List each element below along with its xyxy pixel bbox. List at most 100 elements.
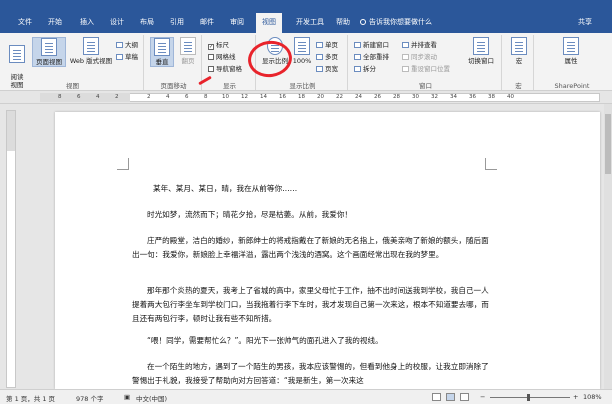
arrange-all-button[interactable]: 全部重排 bbox=[354, 51, 389, 61]
document-paragraph: 某年、某月、某日，晴，我在从前等你…… bbox=[153, 184, 298, 193]
share-button[interactable]: 共享 bbox=[578, 17, 592, 27]
page-movement-group: 垂直 翻页 页面移动 bbox=[146, 35, 202, 90]
vertical-ruler-top-margin bbox=[7, 111, 15, 151]
ruler-number: 8 bbox=[204, 94, 208, 100]
multi-page-button[interactable]: 多页 bbox=[316, 51, 338, 61]
ruler-number: 6 bbox=[185, 94, 189, 100]
page-width-label: 页宽 bbox=[325, 65, 338, 73]
zoom-level[interactable]: 108% bbox=[583, 393, 602, 401]
status-bar: 第 1 页，共 1 页 978 个字 ▣ 中文(中国) − + 108% bbox=[0, 389, 612, 404]
tab-insert[interactable]: 插入 bbox=[80, 17, 94, 27]
web-layout-label: Web 版式视图 bbox=[69, 57, 113, 65]
document-paragraph: 在一个陌生的地方，遇到了一个陌生的男孩，我本应该警惕的，但看到他身上的校服，让我… bbox=[132, 362, 489, 385]
ruler-label: 标尺 bbox=[216, 41, 229, 49]
ribbon: 阅读 视图 页面视图 Web 版式视图 大纲 草稿 视图 垂直 翻页 页面移动 … bbox=[0, 33, 612, 91]
zoom-in-button[interactable]: + bbox=[573, 393, 578, 401]
outline-icon bbox=[116, 42, 123, 48]
one-page-button[interactable]: 单页 bbox=[316, 39, 338, 49]
sharepoint-group: 属性 SharePoint bbox=[536, 35, 608, 90]
ruler-number: 26 bbox=[374, 94, 381, 100]
scrollbar-thumb[interactable] bbox=[605, 114, 611, 174]
one-page-label: 单页 bbox=[325, 41, 338, 49]
tab-design[interactable]: 设计 bbox=[110, 17, 124, 27]
sync-scroll-button[interactable]: 同步滚动 bbox=[402, 51, 437, 61]
window-group: 新建窗口 全部重排 拆分 并排查看 同步滚动 重设窗口位置 切换窗口 窗口 bbox=[350, 35, 502, 90]
tab-references[interactable]: 引用 bbox=[170, 17, 184, 27]
page-movement-label: 页面移动 bbox=[160, 82, 187, 90]
tab-view[interactable]: 视图 bbox=[256, 13, 282, 33]
document-page[interactable]: 某年、某月、某日，晴，我在从前等你…… 时光如梦，流然而下；晴花夕拾，尽是枯萎。… bbox=[55, 112, 600, 389]
print-layout-icon bbox=[41, 38, 57, 56]
ruler-number: 22 bbox=[336, 94, 343, 100]
zoom-group-label: 显示比例 bbox=[289, 82, 316, 90]
tab-review[interactable]: 审阅 bbox=[230, 17, 244, 27]
page-count[interactable]: 第 1 页，共 1 页 bbox=[6, 393, 55, 403]
tab-help[interactable]: 帮助 bbox=[336, 17, 350, 27]
web-layout-button[interactable]: Web 版式视图 bbox=[68, 37, 114, 65]
margin-corner-top-left bbox=[117, 158, 129, 170]
split-button[interactable]: 拆分 bbox=[354, 63, 376, 73]
side-by-side-button[interactable]: 并排查看 bbox=[402, 39, 437, 49]
vertical-scrollbar[interactable] bbox=[604, 104, 612, 389]
language[interactable]: 中文(中国) bbox=[136, 393, 167, 403]
split-label: 拆分 bbox=[363, 65, 376, 73]
draft-button[interactable]: 草稿 bbox=[116, 51, 138, 61]
ruler-number: 36 bbox=[469, 94, 476, 100]
tab-file[interactable]: 文件 bbox=[18, 17, 32, 27]
ruler-number: 38 bbox=[488, 94, 495, 100]
side-to-side-button[interactable]: 翻页 bbox=[176, 37, 200, 65]
zoom-100-button[interactable]: 100% bbox=[291, 37, 313, 65]
ruler-checkbox[interactable]: ✓ 标尺 bbox=[208, 39, 229, 50]
document-paragraph: 庄严的殿堂，洁白的婚纱，新郎绅士的将戒指戴在了新娘的无名指上，俄美亲吻了新娘的额… bbox=[132, 236, 489, 259]
page-width-icon bbox=[316, 66, 323, 72]
side-by-side-icon bbox=[402, 42, 409, 48]
tab-home[interactable]: 开始 bbox=[48, 17, 62, 27]
horizontal-ruler[interactable]: 8 6 4 2 2 4 6 8 10 12 14 16 18 20 22 24 … bbox=[0, 91, 612, 104]
zoom-out-button[interactable]: − bbox=[480, 393, 485, 401]
ruler-number: 6 bbox=[77, 94, 81, 100]
vertical-ruler[interactable] bbox=[6, 110, 16, 388]
ruler-number: 14 bbox=[260, 94, 267, 100]
proofing-icon[interactable]: ▣ bbox=[124, 393, 130, 401]
page-width-button[interactable]: 页宽 bbox=[316, 63, 338, 73]
vertical-label: 垂直 bbox=[155, 58, 169, 66]
tab-developer[interactable]: 开发工具 bbox=[296, 17, 324, 27]
zoom-slider[interactable] bbox=[490, 397, 570, 398]
window-group-label: 窗口 bbox=[419, 82, 432, 90]
show-group-label: 显示 bbox=[223, 82, 236, 90]
read-mode-view-button[interactable] bbox=[432, 393, 441, 401]
new-window-label: 新建窗口 bbox=[363, 41, 389, 49]
outline-label: 大纲 bbox=[125, 41, 138, 49]
vertical-button[interactable]: 垂直 bbox=[150, 37, 174, 67]
web-layout-view-button[interactable] bbox=[460, 393, 469, 401]
title-bar bbox=[0, 0, 612, 9]
one-page-icon bbox=[316, 42, 323, 48]
outline-button[interactable]: 大纲 bbox=[116, 39, 138, 49]
ruler-number: 16 bbox=[279, 94, 286, 100]
tell-me-search[interactable]: 告诉我你想要做什么 bbox=[360, 17, 432, 27]
side-to-side-icon bbox=[180, 37, 196, 55]
macros-group-label: 宏 bbox=[515, 82, 522, 90]
ruler-number: 20 bbox=[317, 94, 324, 100]
draft-label: 草稿 bbox=[125, 53, 138, 61]
gridlines-check-icon bbox=[208, 54, 214, 60]
word-count[interactable]: 978 个字 bbox=[76, 393, 103, 403]
new-window-button[interactable]: 新建窗口 bbox=[354, 39, 389, 49]
tab-layout[interactable]: 布局 bbox=[140, 17, 154, 27]
reset-position-button[interactable]: 重设窗口位置 bbox=[402, 63, 450, 73]
web-layout-icon bbox=[83, 37, 99, 55]
print-layout-button[interactable]: 页面视图 bbox=[32, 37, 66, 67]
sync-scroll-label: 同步滚动 bbox=[411, 53, 437, 61]
nav-pane-checkbox[interactable]: 导航窗格 bbox=[208, 63, 242, 73]
switch-windows-button[interactable]: 切换窗口 bbox=[464, 37, 498, 65]
multi-page-icon bbox=[316, 54, 323, 60]
sync-scroll-icon bbox=[402, 54, 409, 60]
properties-button[interactable]: 属性 bbox=[558, 37, 584, 65]
zoom-slider-thumb[interactable] bbox=[527, 394, 530, 401]
switch-windows-label: 切换窗口 bbox=[468, 57, 494, 65]
tab-mailings[interactable]: 邮件 bbox=[200, 17, 214, 27]
gridlines-checkbox[interactable]: 网格线 bbox=[208, 51, 236, 61]
print-layout-view-button[interactable] bbox=[446, 393, 455, 401]
gridlines-label: 网格线 bbox=[216, 53, 236, 61]
macros-button[interactable]: 宏 bbox=[508, 37, 530, 65]
